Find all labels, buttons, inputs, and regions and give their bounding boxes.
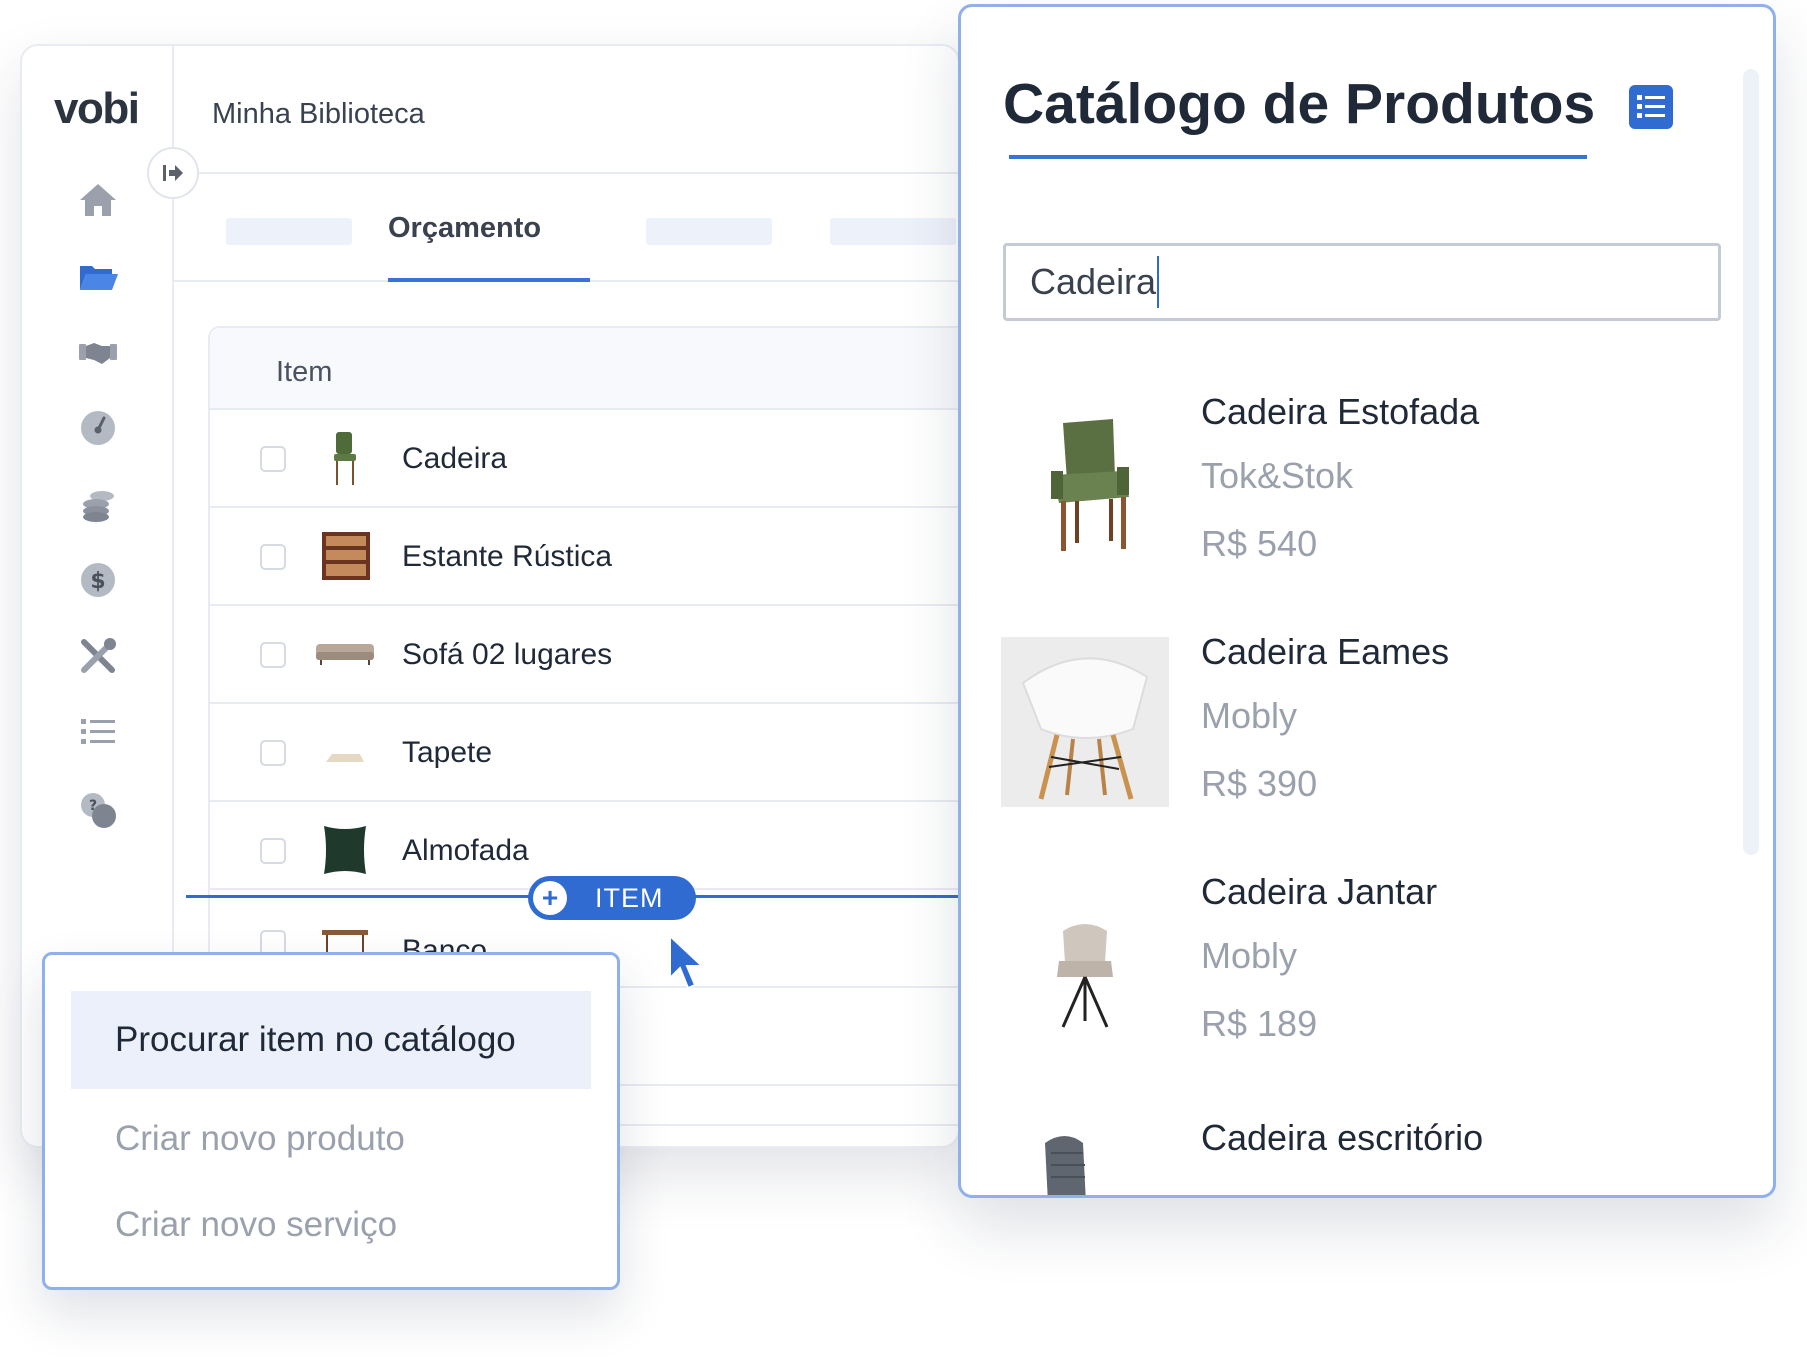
catalog-title-underline [1009, 155, 1587, 159]
product-image [1001, 397, 1169, 567]
product-name: Cadeira Estofada [1201, 391, 1480, 432]
product-brand: Mobly [1201, 935, 1298, 976]
add-item-menu: Procurar item no catálogo Criar novo pro… [42, 952, 620, 1290]
sofa-thumb-icon [316, 644, 374, 665]
table-row[interactable]: Estante Rústica [210, 508, 958, 606]
product-card[interactable]: Cadeira Eames Mobly R$ 390 [1001, 631, 1721, 831]
column-header-item: Item [276, 356, 333, 388]
cushion-thumb-icon [324, 826, 366, 874]
menu-item-create-service[interactable]: Criar novo serviço [115, 1205, 397, 1245]
row-checkbox[interactable] [260, 446, 286, 472]
product-name: Cadeira Eames [1201, 631, 1450, 672]
upholstered-chair-icon [1051, 419, 1129, 551]
product-price: R$ 189 [1201, 1003, 1318, 1044]
plus-icon: + [533, 881, 567, 915]
add-item-button[interactable]: + ITEM [528, 876, 696, 920]
gauge-icon[interactable] [76, 406, 120, 450]
product-image [1001, 637, 1169, 807]
eames-chair-icon [1001, 637, 1169, 807]
dollar-icon[interactable]: $ [76, 558, 120, 602]
logo: vobi [54, 84, 140, 133]
collapse-sidebar-button[interactable] [147, 147, 199, 199]
svg-text:$: $ [90, 569, 105, 594]
tab-placeholder[interactable] [646, 218, 772, 245]
handshake-icon[interactable] [76, 330, 120, 374]
product-card[interactable]: Cadeira Estofada Tok&Stok R$ 540 [1001, 391, 1721, 591]
row-label: Almofada [402, 834, 529, 867]
tab-active-indicator [388, 278, 590, 282]
rug-thumb-icon [326, 754, 364, 762]
row-checkbox[interactable] [260, 544, 286, 570]
row-label: Sofá 02 lugares [402, 638, 613, 671]
catalog-search-input[interactable]: Cadeira [1003, 243, 1721, 321]
product-image [1001, 877, 1169, 1047]
product-name: Cadeira escritório [1201, 1117, 1484, 1158]
coins-icon[interactable] [76, 482, 120, 526]
product-price: R$ 540 [1201, 523, 1318, 564]
list-view-icon[interactable] [1629, 85, 1673, 129]
header-divider [174, 172, 958, 174]
tab-orcamento[interactable]: Orçamento [388, 212, 541, 245]
breadcrumb[interactable]: Minha Biblioteca [212, 98, 425, 131]
svg-text:?: ? [89, 798, 97, 814]
product-image [1001, 1123, 1169, 1195]
text-caret [1157, 256, 1160, 308]
catalog-title: Catálogo de Produtos [1003, 72, 1596, 136]
table-header: Item [210, 328, 958, 410]
row-label: Cadeira [402, 442, 508, 475]
arrow-right-icon [163, 165, 183, 181]
search-value: Cadeira [1030, 261, 1157, 302]
office-chair-icon [1045, 1136, 1086, 1195]
product-brand: Tok&Stok [1201, 455, 1354, 496]
catalog-scrollbar[interactable] [1743, 69, 1759, 855]
folder-icon[interactable] [76, 254, 120, 298]
tab-placeholder[interactable] [830, 218, 956, 245]
dining-chair-icon [1057, 924, 1113, 1028]
menu-item-search-catalog[interactable]: Procurar item no catálogo [71, 991, 591, 1089]
menu-item-create-product[interactable]: Criar novo produto [115, 1119, 405, 1159]
table-row[interactable]: Tapete [210, 704, 958, 802]
table-row[interactable]: Cadeira [210, 410, 958, 508]
row-checkbox[interactable] [260, 838, 286, 864]
product-brand: Mobly [1201, 695, 1298, 736]
shelf-thumb-icon [322, 532, 370, 580]
tab-placeholder[interactable] [226, 218, 352, 245]
add-item-label: ITEM [595, 882, 664, 913]
home-icon[interactable] [76, 178, 120, 222]
list-icon[interactable] [76, 710, 120, 754]
row-label: Estante Rústica [402, 540, 613, 573]
product-card[interactable]: Cadeira Jantar Mobly R$ 189 [1001, 871, 1721, 1071]
mouse-cursor-icon [669, 934, 705, 990]
row-label: Tapete [402, 736, 493, 769]
chair-thumb-icon [334, 432, 356, 485]
help-chat-icon[interactable]: ? [76, 788, 120, 832]
table-row[interactable]: Sofá 02 lugares [210, 606, 958, 704]
row-checkbox[interactable] [260, 740, 286, 766]
product-price: R$ 390 [1201, 763, 1318, 804]
product-name: Cadeira Jantar [1201, 871, 1438, 912]
row-checkbox[interactable] [260, 642, 286, 668]
product-card[interactable]: Cadeira escritório [1001, 1117, 1721, 1195]
tools-icon[interactable] [76, 634, 120, 678]
catalog-panel: Catálogo de Produtos Cadeira Cadeira Est… [958, 4, 1776, 1198]
